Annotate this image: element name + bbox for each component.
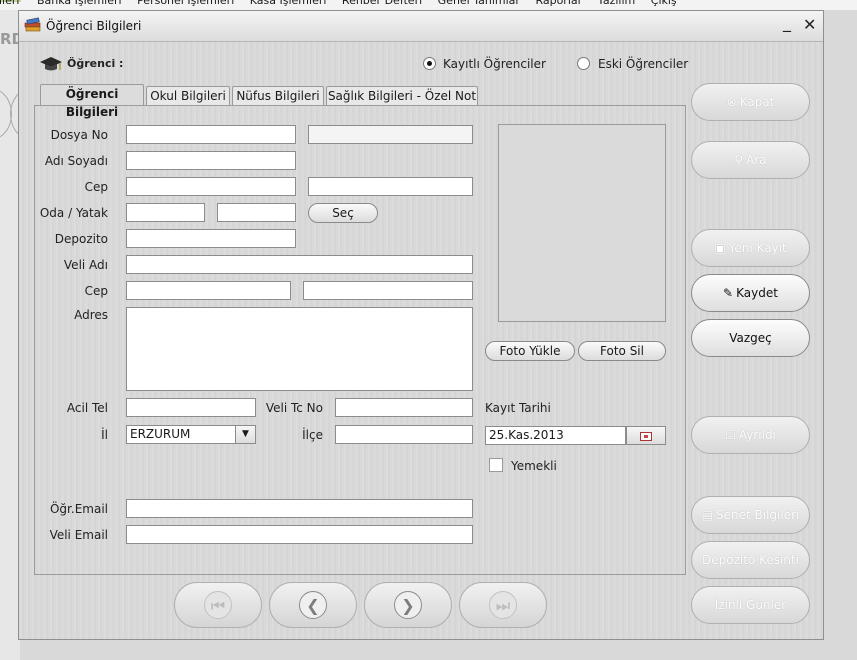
broom-icon: ✎ xyxy=(723,286,734,300)
search-icon: ⚲ xyxy=(734,153,744,167)
deposit-input[interactable] xyxy=(126,229,296,248)
student-info-window: Öğrenci Bilgileri _ ✕ Öğrenci : Kayıtlı … xyxy=(18,10,824,640)
city-label: İl xyxy=(101,428,108,442)
left-button-label: Ayrıldı xyxy=(738,428,776,442)
save-button[interactable]: ✎ Kaydet xyxy=(691,274,810,312)
previous-record-button[interactable]: ❮ xyxy=(269,582,357,628)
title-bar: Öğrenci Bilgileri _ ✕ xyxy=(19,11,823,42)
close-button-label: Kapat xyxy=(739,95,775,109)
district-label: İlçe xyxy=(302,428,323,442)
deposit-deduction-button[interactable]: Depozito Kesinti xyxy=(691,541,810,579)
chevron-left-icon: ❮ xyxy=(299,591,327,619)
close-window-button[interactable]: ✕ xyxy=(803,15,816,34)
search-button[interactable]: ⚲ Ara xyxy=(691,141,810,179)
bed-input[interactable] xyxy=(217,203,296,222)
address-textarea[interactable] xyxy=(126,307,473,391)
new-record-button-label: Yeni Kayıt xyxy=(728,241,787,255)
tab-health-info[interactable]: Sağlık Bilgileri - Özel Not xyxy=(326,86,478,106)
bg-menu-item[interactable]: Banka İşlemleri xyxy=(37,0,122,6)
save-button-label: Kaydet xyxy=(736,286,778,300)
emergency-phone-input[interactable] xyxy=(126,398,256,417)
first-record-button[interactable]: ⏮ xyxy=(174,582,262,628)
graduation-cap-icon xyxy=(40,57,62,71)
student-label: Öğrenci : xyxy=(67,57,124,70)
parent-tc-label: Veli Tc No xyxy=(265,401,323,415)
plus-icon: ▣ xyxy=(714,241,726,255)
name-label: Adı Soyadı xyxy=(44,154,108,168)
file-no-label: Dosya No xyxy=(50,128,108,142)
bg-menu-item[interactable]: Çıkış xyxy=(651,0,677,6)
meal-checkbox[interactable] xyxy=(489,458,503,472)
cancel-button[interactable]: Vazgeç xyxy=(691,319,810,357)
bg-menu-item[interactable]: Kasa İşlemleri xyxy=(250,0,327,6)
registration-date-label: Kayıt Tarihi xyxy=(485,401,551,415)
meal-label[interactable]: Yemekli xyxy=(511,459,557,473)
emergency-phone-label: Acil Tel xyxy=(66,401,108,415)
name-input[interactable] xyxy=(126,151,296,170)
cancel-button-label: Vazgeç xyxy=(729,331,772,345)
parent-phone-label: Cep xyxy=(84,284,108,298)
close-circle-icon: ⊗ xyxy=(726,95,737,109)
background-menubar: lleri Banka İşlemleri Personel İşlemleri… xyxy=(0,0,857,10)
file-no-extra-input[interactable] xyxy=(308,125,473,144)
bg-menu-item[interactable]: Personel İşlemleri xyxy=(137,0,234,6)
calendar-icon xyxy=(640,432,652,441)
checkmark-icon: ☑ xyxy=(725,428,736,442)
parent-email-input[interactable] xyxy=(126,525,473,544)
tab-student-info[interactable]: Öğrenci Bilgileri xyxy=(40,84,144,119)
registered-students-radio[interactable] xyxy=(423,57,436,70)
old-students-radio[interactable] xyxy=(577,57,590,70)
skip-first-icon: ⏮ xyxy=(204,591,232,619)
district-input[interactable] xyxy=(335,425,473,444)
old-students-label[interactable]: Eski Öğrenciler xyxy=(598,57,688,71)
last-record-button[interactable]: ⏭ xyxy=(459,582,547,628)
tab-population-info[interactable]: Nüfus Bilgileri xyxy=(232,86,324,106)
window-title: Öğrenci Bilgileri xyxy=(46,19,142,33)
close-button[interactable]: ⊗ Kapat xyxy=(691,83,810,121)
search-button-label: Ara xyxy=(746,153,767,167)
parent-phone-2-input[interactable] xyxy=(303,281,473,300)
registration-date-input[interactable]: 25.Kas.2013 xyxy=(485,426,626,445)
parent-name-input[interactable] xyxy=(126,255,473,274)
bg-menu-item[interactable]: Genel Tanımlar xyxy=(438,0,520,6)
student-email-input[interactable] xyxy=(126,499,473,518)
bg-menu-item[interactable]: lleri xyxy=(0,0,22,6)
left-button[interactable]: ☑ Ayrıldı xyxy=(691,416,810,454)
parent-tc-input[interactable] xyxy=(335,398,473,417)
student-email-label: Öğr.Email xyxy=(49,502,108,516)
parent-name-label: Veli Adı xyxy=(63,258,108,272)
photo-upload-button[interactable]: Foto Yükle xyxy=(485,341,575,361)
bg-menu-item[interactable]: Raporlar xyxy=(535,0,582,6)
file-no-input[interactable] xyxy=(126,125,296,144)
next-record-button[interactable]: ❯ xyxy=(364,582,452,628)
new-record-button[interactable]: ▣ Yeni Kayıt xyxy=(691,229,810,267)
photo-delete-button[interactable]: Foto Sil xyxy=(578,341,666,361)
deposit-label: Depozito xyxy=(54,232,108,246)
address-label: Adres xyxy=(74,308,108,322)
bond-info-button[interactable]: ▤ Senet Bilgileri xyxy=(691,496,810,534)
student-photo xyxy=(498,124,666,322)
registered-students-label[interactable]: Kayıtlı Öğrenciler xyxy=(443,57,546,71)
permitted-days-button[interactable]: İzinli Günler xyxy=(691,586,810,624)
skip-last-icon: ⏭ xyxy=(489,591,517,619)
city-select[interactable]: ERZURUM xyxy=(126,425,236,444)
books-icon xyxy=(24,17,41,32)
room-bed-label: Oda / Yatak xyxy=(39,206,108,220)
calendar-button[interactable] xyxy=(626,426,666,445)
phone-2-input[interactable] xyxy=(308,177,473,196)
bond-info-button-label: Senet Bilgileri xyxy=(716,508,800,522)
parent-email-label: Veli Email xyxy=(49,528,108,542)
bg-menu-item[interactable]: Rehber Defteri xyxy=(342,0,422,6)
select-room-button[interactable]: Seç xyxy=(308,203,378,223)
room-input[interactable] xyxy=(126,203,205,222)
minimize-button[interactable]: _ xyxy=(783,13,791,32)
parent-phone-input[interactable] xyxy=(126,281,291,300)
tab-school-info[interactable]: Okul Bilgileri xyxy=(146,86,230,106)
chevron-right-icon: ❯ xyxy=(394,591,422,619)
bg-menu-item[interactable]: Yazılım xyxy=(598,0,636,6)
document-icon: ▤ xyxy=(701,508,713,522)
phone-label: Cep xyxy=(84,180,108,194)
background-sidebar: RD xyxy=(0,10,52,660)
phone-input[interactable] xyxy=(126,177,296,196)
